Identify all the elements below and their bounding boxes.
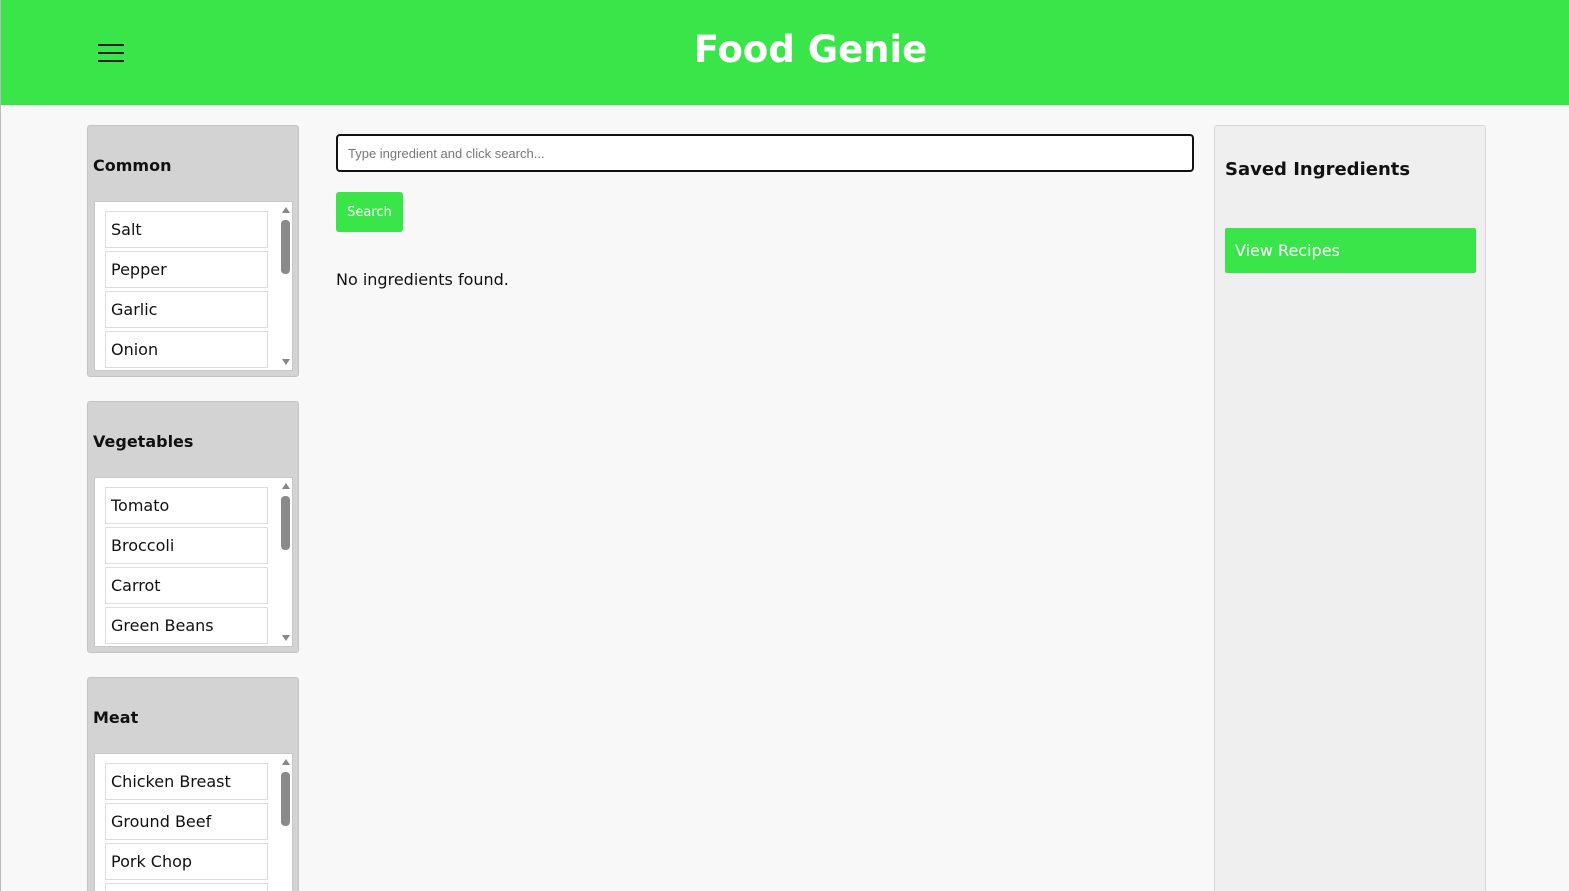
category-title: Common	[93, 156, 172, 175]
scroll-up-icon[interactable]	[282, 483, 290, 489]
scrollbar-thumb[interactable]	[281, 220, 290, 274]
ingredient-item[interactable]: Salt	[105, 211, 268, 248]
category-title: Vegetables	[93, 432, 194, 451]
scroll-down-icon[interactable]	[282, 635, 290, 641]
top-bar: Food Genie	[1, 0, 1569, 105]
scrollbar-thumb[interactable]	[281, 496, 290, 550]
ingredient-item[interactable]: Pork Chop	[105, 843, 268, 880]
category-title: Meat	[93, 708, 139, 727]
category-list[interactable]: Chicken Breast Ground Beef Pork Chop	[94, 753, 293, 891]
ingredient-item[interactable]: Garlic	[105, 291, 268, 328]
scroll-down-icon[interactable]	[282, 359, 290, 365]
app-title: Food Genie	[693, 28, 928, 71]
ingredient-item[interactable]: Tomato	[105, 487, 268, 524]
scrollbar-thumb[interactable]	[281, 772, 290, 826]
category-list[interactable]: Salt Pepper Garlic Onion	[94, 201, 293, 371]
ingredient-item[interactable]: Carrot	[105, 567, 268, 604]
ingredient-item[interactable]: Green Beans	[105, 607, 268, 644]
ingredient-item[interactable]: Ground Beef	[105, 803, 268, 840]
results-status-text: No ingredients found.	[336, 270, 509, 289]
scroll-up-icon[interactable]	[282, 207, 290, 213]
search-button[interactable]: Search	[336, 192, 403, 232]
ingredient-item[interactable]: Chicken Breast	[105, 763, 268, 800]
saved-ingredients-panel: Saved Ingredients View Recipes	[1214, 125, 1486, 891]
category-meat: Meat Chicken Breast Ground Beef Pork Cho…	[87, 677, 299, 891]
ingredient-search-input[interactable]	[336, 134, 1194, 172]
category-common: Common Salt Pepper Garlic Onion	[87, 125, 299, 377]
ingredient-item[interactable]: Broccoli	[105, 527, 268, 564]
ingredient-item[interactable]: Pepper	[105, 251, 268, 288]
category-list[interactable]: Tomato Broccoli Carrot Green Beans	[94, 477, 293, 647]
category-vegetables: Vegetables Tomato Broccoli Carrot Green …	[87, 401, 299, 653]
ingredient-item[interactable]: Onion	[105, 331, 268, 368]
scroll-up-icon[interactable]	[282, 759, 290, 765]
saved-ingredients-title: Saved Ingredients	[1225, 159, 1411, 180]
view-recipes-button[interactable]: View Recipes	[1225, 228, 1476, 273]
ingredient-item[interactable]	[105, 883, 268, 891]
